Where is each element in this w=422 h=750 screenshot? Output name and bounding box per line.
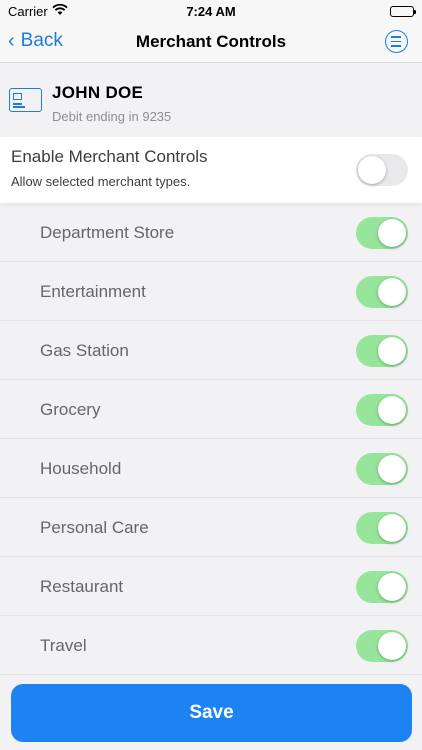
merchant-row-entertainment: Entertainment: [0, 262, 422, 321]
toggle-knob: [378, 219, 406, 247]
toggle-knob: [378, 514, 406, 542]
save-area: Save: [0, 676, 422, 750]
master-control-subtitle: Allow selected merchant types.: [11, 174, 191, 189]
merchant-row-department-store: Department Store: [0, 203, 422, 262]
personal-care-toggle[interactable]: [356, 512, 408, 544]
merchant-row-travel: Travel: [0, 616, 422, 675]
toggle-knob: [378, 396, 406, 424]
toggle-knob: [378, 573, 406, 601]
toggle-knob: [378, 632, 406, 660]
travel-toggle[interactable]: [356, 630, 408, 662]
card-description: Debit ending in 9235: [52, 109, 172, 124]
card-header: JOHN DOE Debit ending in 9235: [0, 63, 422, 137]
merchant-row-restaurant: Restaurant: [0, 557, 422, 616]
master-control-row: Enable Merchant Controls Allow selected …: [0, 137, 422, 203]
merchant-label: Department Store: [40, 223, 175, 242]
master-control-title: Enable Merchant Controls: [11, 147, 208, 166]
page-title: Merchant Controls: [135, 32, 287, 51]
toggle-knob: [378, 455, 406, 483]
battery-icon: [390, 6, 416, 17]
merchant-label: Travel: [40, 636, 87, 655]
merchant-row-household: Household: [0, 439, 422, 498]
entertainment-toggle[interactable]: [356, 276, 408, 308]
cardholder-name: JOHN DOE: [52, 83, 144, 102]
status-bar: Carrier 7:24 AM: [0, 0, 422, 22]
credit-card-icon: [9, 88, 42, 112]
toggle-knob: [358, 156, 386, 184]
gas-station-toggle[interactable]: [356, 335, 408, 367]
toggle-knob: [378, 278, 406, 306]
save-button[interactable]: Save: [11, 684, 412, 742]
merchant-row-grocery: Grocery: [0, 380, 422, 439]
household-toggle[interactable]: [356, 453, 408, 485]
merchant-label: Entertainment: [40, 282, 146, 301]
grocery-toggle[interactable]: [356, 394, 408, 426]
department-store-toggle[interactable]: [356, 217, 408, 249]
merchant-row-personal-care: Personal Care: [0, 498, 422, 557]
merchant-label: Personal Care: [40, 518, 149, 537]
clock: 7:24 AM: [186, 4, 236, 19]
merchant-row-gas-station: Gas Station: [0, 321, 422, 380]
toggle-knob: [378, 337, 406, 365]
merchant-label: Restaurant: [40, 577, 124, 596]
merchant-label: Household: [40, 459, 122, 478]
menu-icon[interactable]: [385, 30, 408, 53]
merchant-label: Gas Station: [40, 341, 129, 360]
merchant-type-list: Department Store Entertainment Gas Stati…: [0, 203, 422, 675]
enable-merchant-controls-toggle[interactable]: [356, 154, 408, 186]
restaurant-toggle[interactable]: [356, 571, 408, 603]
merchant-label: Grocery: [40, 400, 101, 419]
navigation-bar: ‹ Back Merchant Controls: [0, 22, 422, 63]
